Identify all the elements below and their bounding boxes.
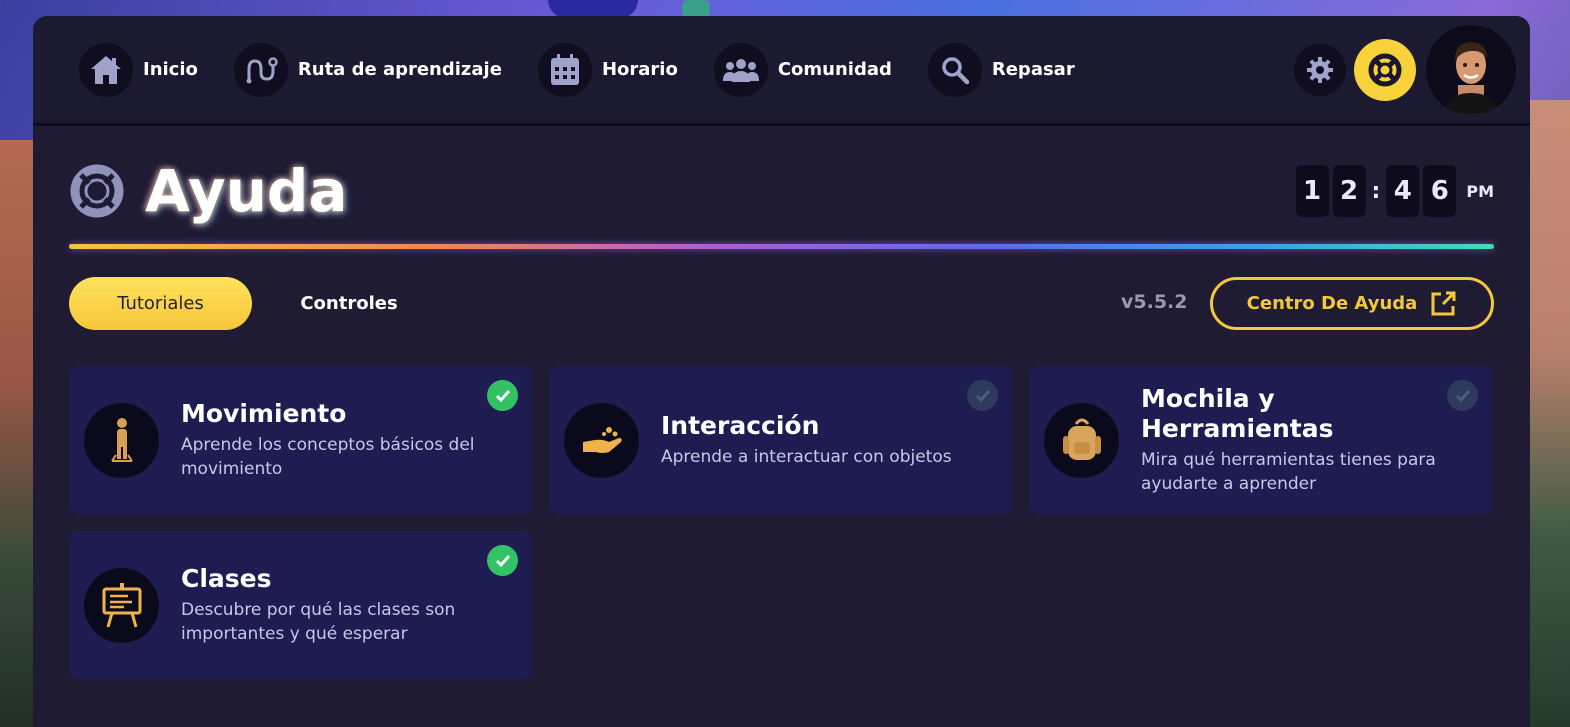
tutorial-description: Aprende a interactuar con objetos: [661, 447, 952, 467]
tutorial-description: Aprende los conceptos básicos del movimi…: [181, 435, 475, 479]
hand-icon: [564, 402, 639, 478]
tabs-row: Tutoriales Controles v5.5.2 Centro De Ay…: [69, 277, 1494, 331]
version-label: v5.5.2: [1121, 291, 1188, 313]
tutorial-description: Mira qué herramientas tienes para ayudar…: [1141, 450, 1436, 494]
people-icon: [713, 42, 768, 97]
nav-label: Inicio: [143, 59, 198, 80]
page-title: Ayuda: [145, 157, 348, 225]
clock-digit: 1: [1295, 165, 1329, 217]
tutorial-card-text: Interacción Aprende a interactuar con ob…: [661, 411, 971, 469]
tutorial-card-interaccion[interactable]: Interacción Aprende a interactuar con ob…: [549, 366, 1012, 514]
clock-separator: :: [1371, 178, 1381, 204]
clock-digit: 2: [1332, 165, 1366, 217]
clock-digit: 4: [1386, 165, 1420, 217]
completed-check-icon: [487, 545, 518, 576]
tutorial-title: Clases: [181, 564, 272, 593]
external-link-icon: [1429, 290, 1457, 318]
nav-label: Horario: [601, 59, 678, 80]
gear-icon: [1306, 56, 1334, 84]
person-walking-icon: [84, 402, 159, 478]
user-avatar[interactable]: [1426, 24, 1516, 115]
search-icon: [927, 42, 982, 97]
tutorial-title: Movimiento: [181, 399, 347, 428]
nav-label: Ruta de aprendizaje: [297, 59, 502, 80]
nav-label: Repasar: [991, 59, 1075, 80]
calendar-icon: [537, 42, 592, 97]
tutorial-title: Mochila y Herramientas: [1141, 384, 1334, 443]
lifebuoy-icon: [1368, 53, 1402, 87]
nav-item-repasar[interactable]: Repasar: [927, 42, 1075, 97]
tutorial-card-mochila[interactable]: Mochila y Herramientas Mira qué herramie…: [1029, 366, 1492, 514]
settings-button[interactable]: [1294, 43, 1346, 96]
incomplete-check-icon: [967, 380, 998, 411]
tutorial-card-text: Clases Descubre por qué las clases son i…: [181, 564, 491, 646]
lifebuoy-icon: [69, 163, 125, 219]
clock: 1 2 : 4 6 PM: [1292, 165, 1494, 217]
help-center-button[interactable]: Centro De Ayuda: [1210, 277, 1494, 330]
rainbow-divider: [69, 244, 1494, 249]
top-navigation: Inicio Ruta de aprendizaje Horario Comun…: [33, 16, 1530, 126]
nav-label: Comunidad: [777, 59, 892, 80]
help-panel: Inicio Ruta de aprendizaje Horario Comun…: [33, 16, 1530, 727]
backpack-icon: [1044, 402, 1119, 478]
home-icon: [79, 42, 133, 97]
tab-tutoriales[interactable]: Tutoriales: [69, 277, 252, 330]
tutorial-card-text: Mochila y Herramientas Mira qué herramie…: [1141, 384, 1451, 496]
tutorial-title: Interacción: [661, 411, 820, 440]
easel-icon: [84, 567, 159, 643]
nav-item-comunidad[interactable]: Comunidad: [713, 42, 892, 97]
help-center-label: Centro De Ayuda: [1246, 293, 1418, 314]
tutorial-card-movimiento[interactable]: Movimiento Aprende los conceptos básicos…: [69, 366, 532, 514]
completed-check-icon: [487, 380, 518, 411]
nav-actions: [1294, 24, 1516, 115]
world-background-right: [1525, 100, 1570, 727]
nav-item-ruta[interactable]: Ruta de aprendizaje: [233, 42, 502, 97]
nav-item-horario[interactable]: Horario: [537, 42, 678, 97]
incomplete-check-icon: [1447, 380, 1478, 411]
clock-ampm: PM: [1466, 181, 1494, 201]
page-header: Ayuda 1 2 : 4 6 PM: [69, 156, 1494, 226]
tutorial-description: Descubre por qué las clases son importan…: [181, 600, 456, 644]
nav-item-inicio[interactable]: Inicio: [79, 42, 198, 97]
clock-digit: 6: [1423, 165, 1457, 217]
route-icon: [233, 42, 288, 97]
help-button[interactable]: [1354, 38, 1416, 101]
tutorial-card-clases[interactable]: Clases Descubre por qué las clases son i…: [69, 531, 532, 679]
tab-controles[interactable]: Controles: [269, 277, 429, 330]
tutorial-card-text: Movimiento Aprende los conceptos básicos…: [181, 399, 491, 481]
